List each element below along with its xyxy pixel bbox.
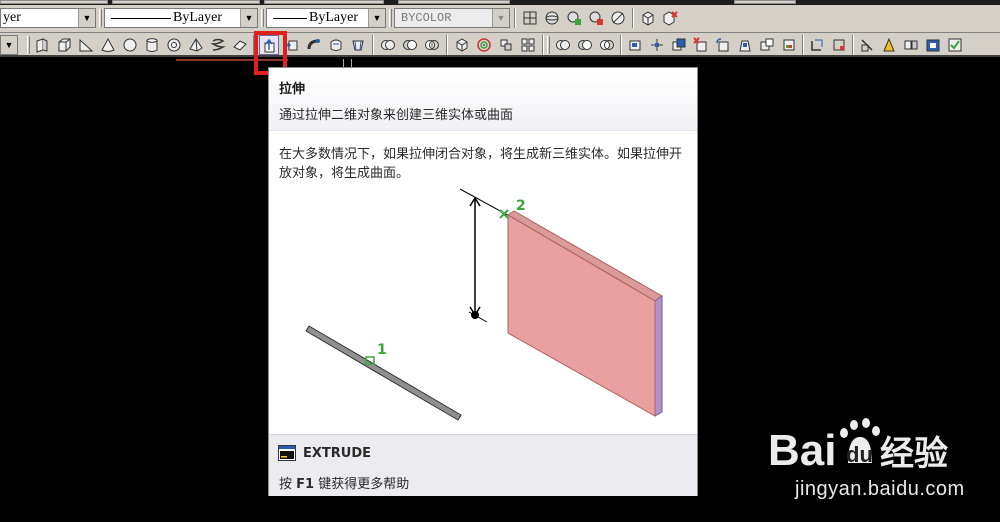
solid-front-face: [507, 214, 656, 417]
copy-edges-icon[interactable]: [807, 35, 827, 55]
color-faces-icon[interactable]: [779, 35, 799, 55]
ucs-grid-icon[interactable]: [520, 8, 540, 28]
planar-surface-icon[interactable]: [230, 35, 250, 55]
solid-side-face: [654, 295, 663, 417]
move-faces-icon[interactable]: [647, 35, 667, 55]
plotstyle-combo-value: BYCOLOR: [401, 11, 452, 25]
clean-icon[interactable]: [879, 35, 899, 55]
intersect-edit-icon[interactable]: [597, 35, 617, 55]
command-name: EXTRUDE: [303, 446, 372, 461]
3d-rotate-icon[interactable]: [474, 35, 494, 55]
toolbar-top-strip: [0, 0, 1000, 5]
offset-faces-icon[interactable]: [669, 35, 689, 55]
toolbar-dropdown[interactable]: ▼: [0, 35, 18, 55]
check-icon[interactable]: [945, 35, 965, 55]
sphere-remove-icon[interactable]: [586, 8, 606, 28]
subtract-edit-icon[interactable]: [575, 35, 595, 55]
lineweight-combo-value: ByLayer: [309, 10, 358, 25]
pyramid-icon[interactable]: [186, 35, 206, 55]
help-hint: 按 F1 键获得更多帮助: [279, 473, 409, 492]
separate-icon[interactable]: [901, 35, 921, 55]
extrude-faces-icon[interactable]: [625, 35, 645, 55]
chevron-down-icon: ▼: [368, 9, 385, 27]
help-key: F1: [296, 477, 315, 492]
point-label-1: 1: [377, 342, 387, 358]
extrude-illustration: 1 2: [305, 188, 663, 421]
layer-combo-value: yer: [3, 10, 21, 25]
3d-operation-icon[interactable]: [452, 35, 472, 55]
baidu-jingyan-logo: Bai du 经验: [768, 418, 948, 475]
svg-text:Bai: Bai: [768, 426, 836, 475]
sphere-slash-icon[interactable]: [608, 8, 628, 28]
chevron-down-icon: ▼: [492, 9, 509, 27]
subtract-icon[interactable]: [400, 35, 420, 55]
lineweight-sample: [273, 18, 307, 19]
chevron-down-icon: ▼: [240, 9, 257, 27]
taper-faces-icon[interactable]: [735, 35, 755, 55]
cursor-marker: [343, 59, 352, 67]
toolbar-grip[interactable]: [261, 9, 264, 27]
cube-view-icon[interactable]: [638, 8, 658, 28]
cube-delete-icon[interactable]: [660, 8, 680, 28]
pick-x-marker: [499, 209, 509, 219]
toolbar-grip[interactable]: [547, 36, 550, 54]
watermark-url: jingyan.baidu.com: [795, 478, 965, 500]
loft-icon[interactable]: [348, 35, 368, 55]
sweep-icon[interactable]: [304, 35, 324, 55]
help-prefix: 按: [279, 477, 293, 492]
sphere-icon[interactable]: [120, 35, 140, 55]
toolbar-grip[interactable]: [389, 9, 392, 27]
modeling-toolbar: ▼: [0, 33, 1000, 57]
extrude-tooltip: 拉伸 通过拉伸二维对象来创建三维实体或曲面 在大多数情况下，如果拉伸闭合对象，将…: [268, 67, 698, 496]
union-edit-icon[interactable]: [553, 35, 573, 55]
cylinder-icon[interactable]: [142, 35, 162, 55]
color-edges-icon[interactable]: [829, 35, 849, 55]
chevron-down-icon: ▼: [1, 36, 17, 54]
toolbar-grip[interactable]: [27, 36, 30, 54]
tooltip-short-desc: 通过拉伸二维对象来创建三维实体或曲面: [279, 108, 514, 123]
revolve-icon[interactable]: [326, 35, 346, 55]
3d-align-icon[interactable]: [496, 35, 516, 55]
rotate-faces-icon[interactable]: [713, 35, 733, 55]
intersect-icon[interactable]: [422, 35, 442, 55]
linetype-sample: [111, 18, 171, 19]
torus-icon[interactable]: [164, 35, 184, 55]
shell-icon[interactable]: [923, 35, 943, 55]
help-suffix: 键获得更多帮助: [318, 477, 410, 492]
wedge-icon[interactable]: [76, 35, 96, 55]
layer-combo[interactable]: yer ▼: [0, 8, 96, 28]
sphere-add-icon[interactable]: [564, 8, 584, 28]
properties-toolbar: yer ▼ ByLayer ▼ ByLayer ▼ BYCOLOR ▼: [0, 0, 1000, 33]
profile-strip: [305, 325, 462, 421]
toolbar-grip[interactable]: [99, 9, 102, 27]
tooltip-footer: EXTRUDE 按 F1 键获得更多帮助: [269, 434, 697, 496]
box-icon[interactable]: [54, 35, 74, 55]
linetype-combo[interactable]: ByLayer ▼: [104, 8, 258, 28]
tooltip-long-desc: 在大多数情况下，如果拉伸闭合对象，将生成新三维实体。如果拉伸开放对象，将生成曲面…: [279, 147, 683, 181]
copy-faces-icon[interactable]: [757, 35, 777, 55]
plotstyle-combo: BYCOLOR ▼: [394, 8, 510, 28]
helix-icon[interactable]: [208, 35, 228, 55]
polysolid-icon[interactable]: [32, 35, 52, 55]
delete-faces-icon[interactable]: [691, 35, 711, 55]
svg-text:经验: 经验: [880, 434, 948, 474]
tooltip-title: 拉伸: [279, 82, 306, 97]
sphere-mesh-icon[interactable]: [542, 8, 562, 28]
point-label-2: 2: [516, 198, 526, 214]
3d-array-icon[interactable]: [518, 35, 538, 55]
cone-icon[interactable]: [98, 35, 118, 55]
svg-text:du: du: [846, 442, 873, 467]
imprint-icon[interactable]: [857, 35, 877, 55]
base-point: [471, 311, 479, 319]
union-icon[interactable]: [378, 35, 398, 55]
linetype-combo-value: ByLayer: [173, 10, 222, 25]
tooltip-header: 拉伸 通过拉伸二维对象来创建三维实体或曲面: [269, 68, 697, 131]
lineweight-combo[interactable]: ByLayer ▼: [266, 8, 386, 28]
chevron-down-icon: ▼: [78, 9, 95, 27]
command-line-icon: [278, 445, 296, 461]
